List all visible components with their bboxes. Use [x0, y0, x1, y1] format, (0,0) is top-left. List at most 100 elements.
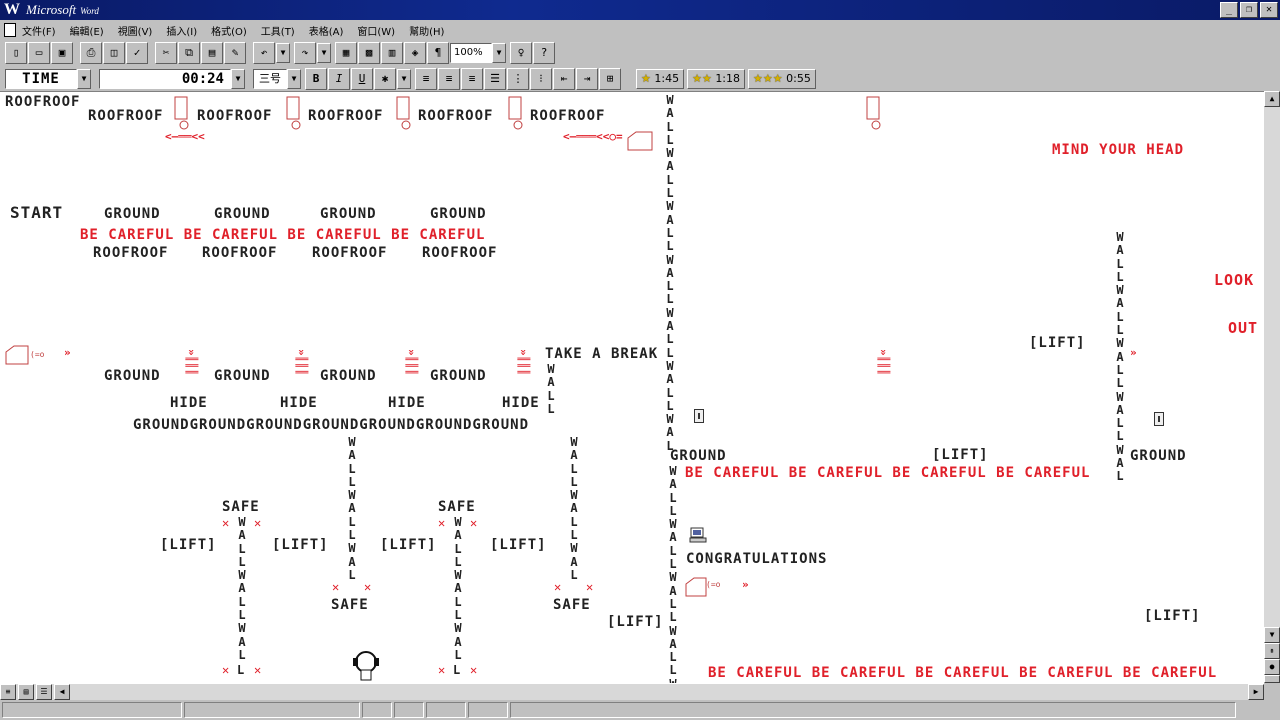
decrease-indent-icon[interactable]: ⇤ [553, 68, 575, 90]
align-right-icon[interactable]: ≡ [461, 68, 483, 90]
vertical-scrollbar[interactable]: ▲ ▼ ⇞ ● [1264, 91, 1280, 683]
select-browse-icon[interactable]: ● [1264, 659, 1280, 675]
lift-platform: [LIFT] [1029, 335, 1086, 351]
falling-spike-icon: »║║║ [517, 349, 530, 376]
menu-help[interactable]: 幫助(H) [409, 23, 444, 38]
underline-icon[interactable]: U [351, 68, 373, 90]
borders-icon[interactable]: ⊞ [599, 68, 621, 90]
menu-view[interactable]: 視圖(V) [118, 23, 153, 38]
look-text: LOOK [1214, 271, 1255, 289]
x-marker-icon: ✕ [254, 663, 262, 677]
ground-platform: GROUND [430, 206, 487, 222]
align-left-icon[interactable]: ≡ [415, 68, 437, 90]
menu-window[interactable]: 窗口(W) [357, 23, 395, 38]
menu-tools[interactable]: 工具(T) [261, 23, 295, 38]
wall-column: WALLWALLWAL [348, 435, 356, 582]
font-size-field[interactable]: 三号 [253, 69, 287, 89]
zoom-dropdown-icon[interactable]: ▼ [492, 43, 506, 63]
menu-insert[interactable]: 插入(I) [166, 23, 197, 38]
document-icon[interactable] [4, 23, 16, 37]
roof-label: ROOFROOF [5, 94, 81, 110]
lift-platform: [LIFT] [160, 537, 217, 553]
x-marker-icon: ✕ [438, 516, 446, 530]
print-icon[interactable]: ⎙ [80, 42, 102, 64]
print-preview-icon[interactable]: ◫ [103, 42, 125, 64]
excel-icon[interactable]: ▥ [381, 42, 403, 64]
arrow-right-icon: » [1130, 346, 1137, 359]
time-label-field[interactable]: TIME [5, 69, 77, 89]
horizontal-scrollbar[interactable]: ≡ ▤ ☰ ◀ ▶ [0, 683, 1264, 700]
undo-dropdown-icon[interactable]: ▼ [276, 43, 290, 63]
spellcheck-icon[interactable]: ✓ [126, 42, 148, 64]
player-character-icon[interactable] [350, 650, 382, 683]
wall-end: L [237, 663, 246, 677]
insert-table-icon[interactable]: ▦ [335, 42, 357, 64]
help-pointer-icon[interactable]: ? [533, 42, 555, 64]
new-document-icon[interactable]: ▯ [5, 42, 27, 64]
align-center-icon[interactable]: ≡ [438, 68, 460, 90]
three-star-time: ★★★ 0:55 [748, 69, 816, 89]
save-icon[interactable]: ▣ [51, 42, 73, 64]
redo-icon[interactable]: ↷ [294, 42, 316, 64]
two-star-time-value: 1:18 [715, 72, 741, 85]
font-size-dropdown-icon[interactable]: ▼ [287, 69, 301, 89]
ground-platform: GROUND [1130, 448, 1187, 464]
prev-page-icon[interactable]: ⇞ [1264, 643, 1280, 659]
menu-format[interactable]: 格式(O) [211, 23, 247, 38]
hide-spot: HIDE [502, 395, 540, 411]
two-star-icon: ★★ [692, 72, 712, 85]
minimize-button[interactable]: _ [1220, 2, 1238, 18]
restore-button[interactable]: ❐ [1240, 2, 1258, 18]
scroll-down-icon[interactable]: ▼ [1264, 627, 1280, 643]
roof-label: ROOFROOF [197, 108, 273, 124]
scroll-left-icon[interactable]: ◀ [54, 684, 70, 700]
status-pane [394, 702, 424, 718]
lift-platform: [LIFT] [607, 614, 664, 630]
bold-icon[interactable]: B [305, 68, 327, 90]
italic-icon[interactable]: I [328, 68, 350, 90]
next-page-icon[interactable] [1264, 675, 1280, 683]
format-painter-icon[interactable]: ✎ [224, 42, 246, 64]
hide-spot: HIDE [280, 395, 318, 411]
timer-dropdown-icon[interactable]: ▼ [231, 69, 245, 89]
cut-icon[interactable]: ✂ [155, 42, 177, 64]
falling-spike-icon: »║║║ [405, 349, 418, 376]
title-main: Microsoft [26, 2, 77, 17]
ground-platform: GROUND [214, 368, 271, 384]
be-careful-hazard: BE CAREFUL BE CAREFUL BE CAREFUL BE CARE… [685, 465, 1091, 481]
menu-edit[interactable]: 編輯(E) [70, 23, 104, 38]
computer-goal-icon[interactable] [688, 526, 708, 546]
redo-dropdown-icon[interactable]: ▼ [317, 43, 331, 63]
outline-view-icon[interactable]: ☰ [36, 684, 52, 700]
bullet-list-icon[interactable]: ⁝ [530, 68, 552, 90]
highlight-icon[interactable]: ✱ [374, 68, 396, 90]
start-label: START [10, 203, 64, 222]
ground-platform: GROUND [430, 368, 487, 384]
hide-spot: HIDE [170, 395, 208, 411]
copy-icon[interactable]: ⧉ [178, 42, 200, 64]
falling-spike-icon: »║║║ [185, 349, 198, 376]
time-dropdown-icon[interactable]: ▼ [77, 69, 91, 89]
zoom-select[interactable]: 100% [450, 43, 492, 63]
pilcrow-icon[interactable]: ¶ [427, 42, 449, 64]
table-grid-icon[interactable]: ▩ [358, 42, 380, 64]
menu-file[interactable]: 文件(F) [22, 23, 56, 38]
justify-icon[interactable]: ☰ [484, 68, 506, 90]
safe-zone: SAFE [438, 499, 476, 515]
open-folder-icon[interactable]: ▭ [28, 42, 50, 64]
increase-indent-icon[interactable]: ⇥ [576, 68, 598, 90]
key-item-icon[interactable] [694, 409, 704, 423]
normal-view-icon[interactable]: ≡ [0, 684, 16, 700]
tip-lightbulb-icon[interactable]: ♀ [510, 42, 532, 64]
paste-icon[interactable]: ▤ [201, 42, 223, 64]
scroll-right-icon[interactable]: ▶ [1248, 684, 1264, 700]
numbered-list-icon[interactable]: ⋮ [507, 68, 529, 90]
key-item-icon[interactable] [1154, 412, 1164, 426]
drawing-icon[interactable]: ◈ [404, 42, 426, 64]
undo-icon[interactable]: ↶ [253, 42, 275, 64]
menu-table[interactable]: 表格(A) [309, 23, 344, 38]
close-button[interactable]: ✕ [1260, 2, 1278, 18]
scroll-up-icon[interactable]: ▲ [1264, 91, 1280, 107]
layout-view-icon[interactable]: ▤ [18, 684, 34, 700]
highlight-dropdown-icon[interactable]: ▼ [397, 69, 411, 89]
